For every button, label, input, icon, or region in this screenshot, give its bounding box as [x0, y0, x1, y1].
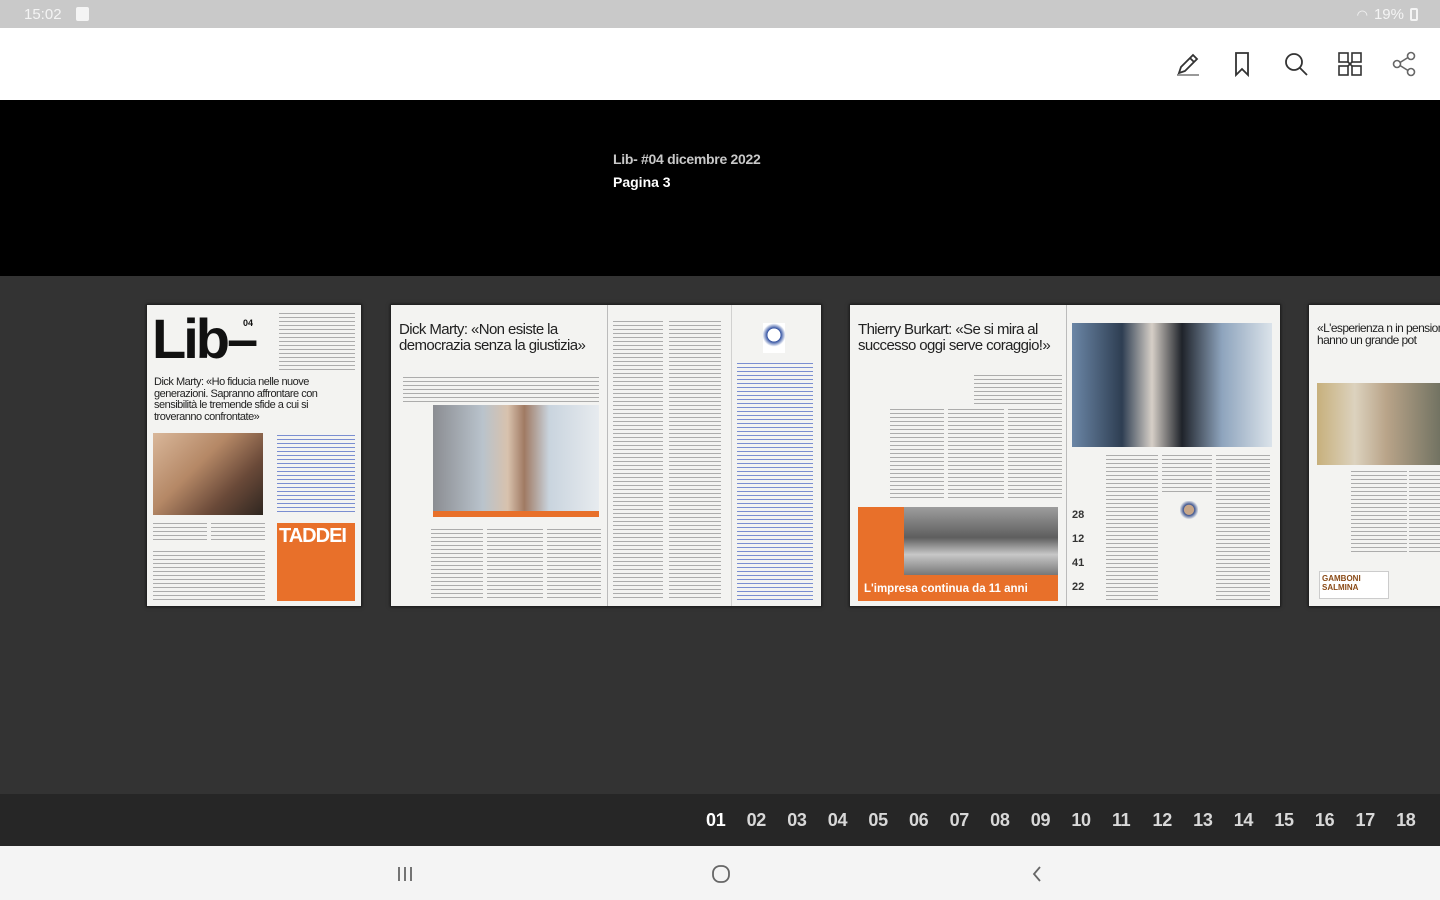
- status-right: ◠ 19%: [1357, 6, 1418, 23]
- page-number-15[interactable]: 15: [1274, 810, 1315, 831]
- pencil-icon[interactable]: [1170, 46, 1206, 82]
- battery-level: 19%: [1373, 6, 1404, 23]
- ad-text-2: GAMBONI SALMINA: [1319, 571, 1389, 599]
- page-number-11[interactable]: 11: [1112, 810, 1153, 831]
- page-number-03[interactable]: 03: [787, 810, 828, 831]
- issue-number: 04: [243, 318, 254, 328]
- spread-4-headline: Thierry Burkart: «Se si mira al successo…: [858, 321, 1051, 354]
- spread-6-photo: [1317, 383, 1440, 465]
- page-number-16[interactable]: 16: [1315, 810, 1356, 831]
- cover-photo: [153, 433, 263, 515]
- page-number-list: 01 02 03 04 05 06 07 08 09 10 11 12 13 14 15 16 17 18: [706, 810, 1437, 831]
- thumbnail-spread-2-3[interactable]: Dick Marty: «Non esiste la democrazia se…: [390, 304, 822, 607]
- thumbnail-cover[interactable]: Lib– 04 Dick Marty: «Ho fiducia nelle nu…: [146, 304, 362, 607]
- page-thumbnail-strip[interactable]: Lib– 04 Dick Marty: «Ho fiducia nelle nu…: [0, 276, 1440, 794]
- search-icon[interactable]: [1278, 46, 1314, 82]
- back-icon[interactable]: [1022, 860, 1052, 888]
- grid-view-icon[interactable]: [1332, 46, 1368, 82]
- battery-icon: [1410, 8, 1418, 21]
- notification-icon: [76, 7, 89, 21]
- spread-4-photo: [1072, 323, 1272, 447]
- thumbnail-spread-4-5[interactable]: Thierry Burkart: «Se si mira al successo…: [849, 304, 1281, 607]
- stat-value: 41: [1072, 557, 1085, 569]
- page-number-04[interactable]: 04: [828, 810, 869, 831]
- page-number-07[interactable]: 07: [950, 810, 991, 831]
- status-bar: 15:02 ◠ 19%: [0, 0, 1440, 28]
- page-number-10[interactable]: 10: [1071, 810, 1112, 831]
- page-number-13[interactable]: 13: [1193, 810, 1234, 831]
- home-icon[interactable]: [706, 860, 736, 888]
- spread-6-headline: «L'esperienza n in pensione e anche c ha…: [1317, 321, 1440, 347]
- wifi-icon: ◠: [1356, 6, 1368, 22]
- page-number-02[interactable]: 02: [747, 810, 788, 831]
- page-number-17[interactable]: 17: [1356, 810, 1397, 831]
- stat-value: 28: [1072, 509, 1085, 521]
- cover-headline: Dick Marty: «Ho fiducia nelle nuove gene…: [154, 376, 318, 423]
- page-number-12[interactable]: 12: [1153, 810, 1194, 831]
- masthead: Lib–: [152, 307, 258, 370]
- reader-toolbar: [0, 28, 1440, 100]
- page-number-05[interactable]: 05: [868, 810, 909, 831]
- banner-text: L'impresa continua da 11 anni: [864, 583, 1028, 595]
- page-number-09[interactable]: 09: [1031, 810, 1072, 831]
- recent-apps-icon[interactable]: [390, 860, 420, 888]
- issue-title: Lib- #04 dicembre 2022: [613, 151, 761, 167]
- page-number-06[interactable]: 06: [909, 810, 950, 831]
- spread-2-headline: Dick Marty: «Non esiste la democrazia se…: [399, 321, 586, 354]
- spread-2-photo: [433, 405, 599, 517]
- ad-text: TADDEI: [279, 525, 347, 547]
- share-icon[interactable]: [1386, 46, 1422, 82]
- page-number-bar: 01 02 03 04 05 06 07 08 09 10 11 12 13 14 15 16 17 18: [0, 794, 1440, 846]
- thumbnail-spread-6-7[interactable]: «L'esperienza n in pensione e anche c ha…: [1308, 304, 1440, 607]
- ad-box: TADDEI: [277, 523, 355, 601]
- page-number-14[interactable]: 14: [1234, 810, 1275, 831]
- stat-value: 12: [1072, 533, 1085, 545]
- page-number-18[interactable]: 18: [1396, 810, 1437, 831]
- stats-column: 28 12 41 22: [1072, 503, 1084, 599]
- issue-header: Lib- #04 dicembre 2022 Pagina 3: [0, 100, 1440, 286]
- page-number-01[interactable]: 01: [706, 810, 747, 831]
- page-label: Pagina 3: [613, 174, 671, 190]
- author-portrait: [1180, 501, 1198, 523]
- author-portrait: [763, 323, 785, 353]
- stat-value: 22: [1072, 581, 1085, 593]
- spread-4-banner: L'impresa continua da 11 anni: [858, 507, 1058, 601]
- system-navigation-bar: [0, 846, 1440, 900]
- status-time: 15:02: [24, 6, 62, 23]
- page-number-08[interactable]: 08: [990, 810, 1031, 831]
- bookmark-icon[interactable]: [1224, 46, 1260, 82]
